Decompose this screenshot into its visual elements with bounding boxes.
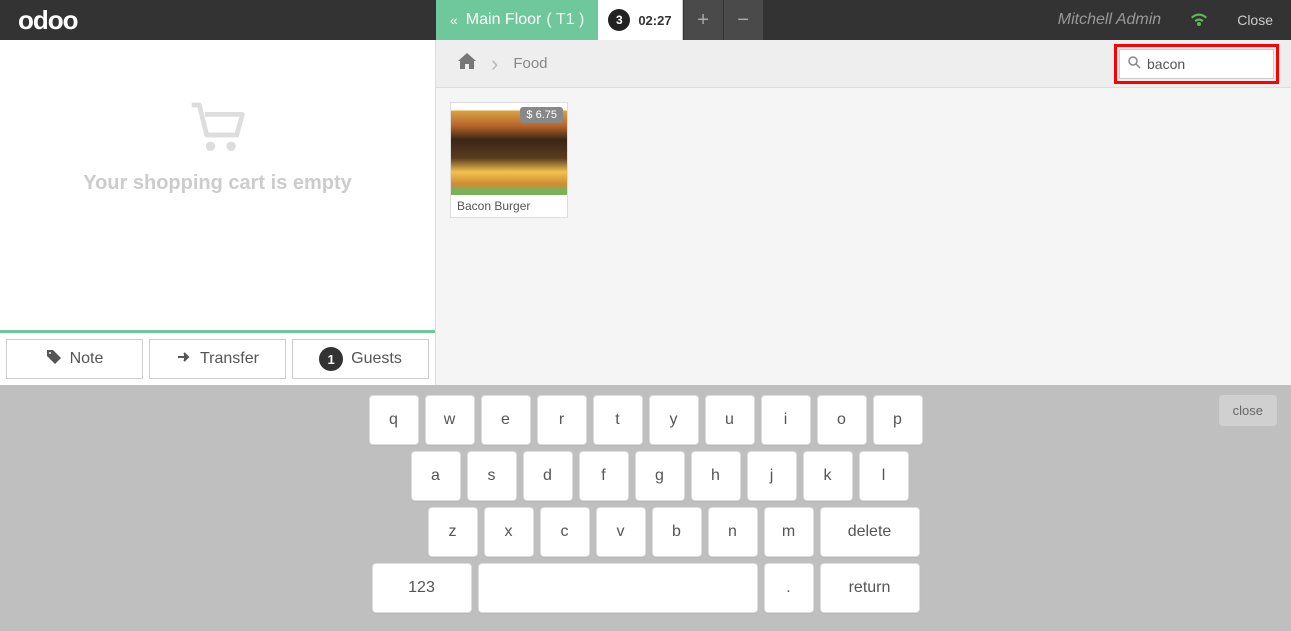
top-bar: odoo « Main Floor ( T1 ) 3 02:27 + − Mit… [0, 0, 1291, 40]
cart-empty-area: Your shopping cart is empty [0, 40, 435, 330]
cart-actions: Note Transfer 1 Guests [0, 333, 435, 385]
key-n[interactable]: n [708, 507, 758, 557]
search-input[interactable] [1147, 56, 1291, 72]
note-label: Note [70, 350, 104, 368]
product-panel: › Food ✕ $ 6.75 Bacon Burger [436, 40, 1291, 385]
plus-icon: + [697, 9, 709, 32]
product-image: $ 6.75 [451, 103, 567, 195]
key-f[interactable]: f [579, 451, 629, 501]
guests-count-badge: 1 [319, 347, 343, 371]
key-a[interactable]: a [411, 451, 461, 501]
key-r[interactable]: r [537, 395, 587, 445]
logo-text: odoo [18, 5, 78, 36]
key-z[interactable]: z [428, 507, 478, 557]
keyboard-close-button[interactable]: close [1219, 395, 1277, 426]
close-button[interactable]: Close [1219, 0, 1291, 40]
spacer [763, 0, 1040, 40]
virtual-keyboard: q w e r t y u i o p a s d f g h j k l z … [369, 395, 923, 619]
search-box: ✕ [1119, 49, 1274, 79]
home-icon[interactable] [448, 53, 486, 74]
key-d[interactable]: d [523, 451, 573, 501]
product-price: $ 6.75 [520, 107, 563, 123]
key-numeric[interactable]: 123 [372, 563, 472, 613]
key-o[interactable]: o [817, 395, 867, 445]
key-i[interactable]: i [761, 395, 811, 445]
keyboard-row-4: 123 . return [369, 563, 923, 613]
cart-empty-text: Your shopping cart is empty [83, 172, 352, 195]
table-label: ( T1 ) [546, 11, 584, 29]
guests-button[interactable]: 1 Guests [292, 339, 429, 379]
key-l[interactable]: l [859, 451, 909, 501]
arrow-right-icon [176, 349, 192, 370]
spacer [150, 0, 436, 40]
plus-button[interactable]: + [683, 0, 723, 40]
breadcrumb: › Food ✕ [436, 40, 1291, 88]
keyboard-row-3: z x c v b n m delete [369, 507, 923, 557]
minus-button[interactable]: − [723, 0, 763, 40]
keyboard-overlay: close q w e r t y u i o p a s d f g h j … [0, 385, 1291, 631]
key-return[interactable]: return [820, 563, 920, 613]
key-space[interactable] [478, 563, 758, 613]
note-button[interactable]: Note [6, 339, 143, 379]
floor-label: Main Floor [466, 11, 542, 29]
keyboard-row-1: q w e r t y u i o p [369, 395, 923, 445]
transfer-label: Transfer [200, 350, 259, 368]
key-w[interactable]: w [425, 395, 475, 445]
key-y[interactable]: y [649, 395, 699, 445]
search-icon [1128, 56, 1141, 72]
product-grid: $ 6.75 Bacon Burger [436, 88, 1291, 385]
cart-panel: Your shopping cart is empty Note Transfe… [0, 40, 436, 385]
keyboard-row-2: a s d f g h j k l [369, 451, 923, 501]
order-info[interactable]: 3 02:27 [598, 0, 682, 40]
tag-icon [46, 349, 62, 370]
key-p[interactable]: p [873, 395, 923, 445]
main-area: Your shopping cart is empty Note Transfe… [0, 40, 1291, 385]
order-number-badge: 3 [608, 9, 630, 31]
wifi-icon [1179, 0, 1219, 40]
key-u[interactable]: u [705, 395, 755, 445]
breadcrumb-category[interactable]: Food [503, 55, 547, 72]
key-j[interactable]: j [747, 451, 797, 501]
key-delete[interactable]: delete [820, 507, 920, 557]
breadcrumb-separator-icon: › [491, 51, 498, 77]
key-g[interactable]: g [635, 451, 685, 501]
cart-icon [188, 100, 248, 160]
key-b[interactable]: b [652, 507, 702, 557]
chevron-left-icon: « [450, 12, 458, 28]
key-k[interactable]: k [803, 451, 853, 501]
transfer-button[interactable]: Transfer [149, 339, 286, 379]
key-e[interactable]: e [481, 395, 531, 445]
key-v[interactable]: v [596, 507, 646, 557]
search-highlight: ✕ [1114, 44, 1279, 84]
key-q[interactable]: q [369, 395, 419, 445]
minus-icon: − [737, 9, 749, 32]
floor-button[interactable]: « Main Floor ( T1 ) [436, 0, 598, 40]
key-t[interactable]: t [593, 395, 643, 445]
order-time: 02:27 [638, 13, 671, 28]
product-card[interactable]: $ 6.75 Bacon Burger [450, 102, 568, 218]
close-label: Close [1237, 12, 1273, 28]
user-name[interactable]: Mitchell Admin [1040, 0, 1179, 40]
guests-label: Guests [351, 350, 402, 368]
key-h[interactable]: h [691, 451, 741, 501]
key-c[interactable]: c [540, 507, 590, 557]
logo: odoo [0, 0, 150, 40]
product-name: Bacon Burger [451, 195, 567, 217]
key-s[interactable]: s [467, 451, 517, 501]
key-period[interactable]: . [764, 563, 814, 613]
key-x[interactable]: x [484, 507, 534, 557]
key-m[interactable]: m [764, 507, 814, 557]
